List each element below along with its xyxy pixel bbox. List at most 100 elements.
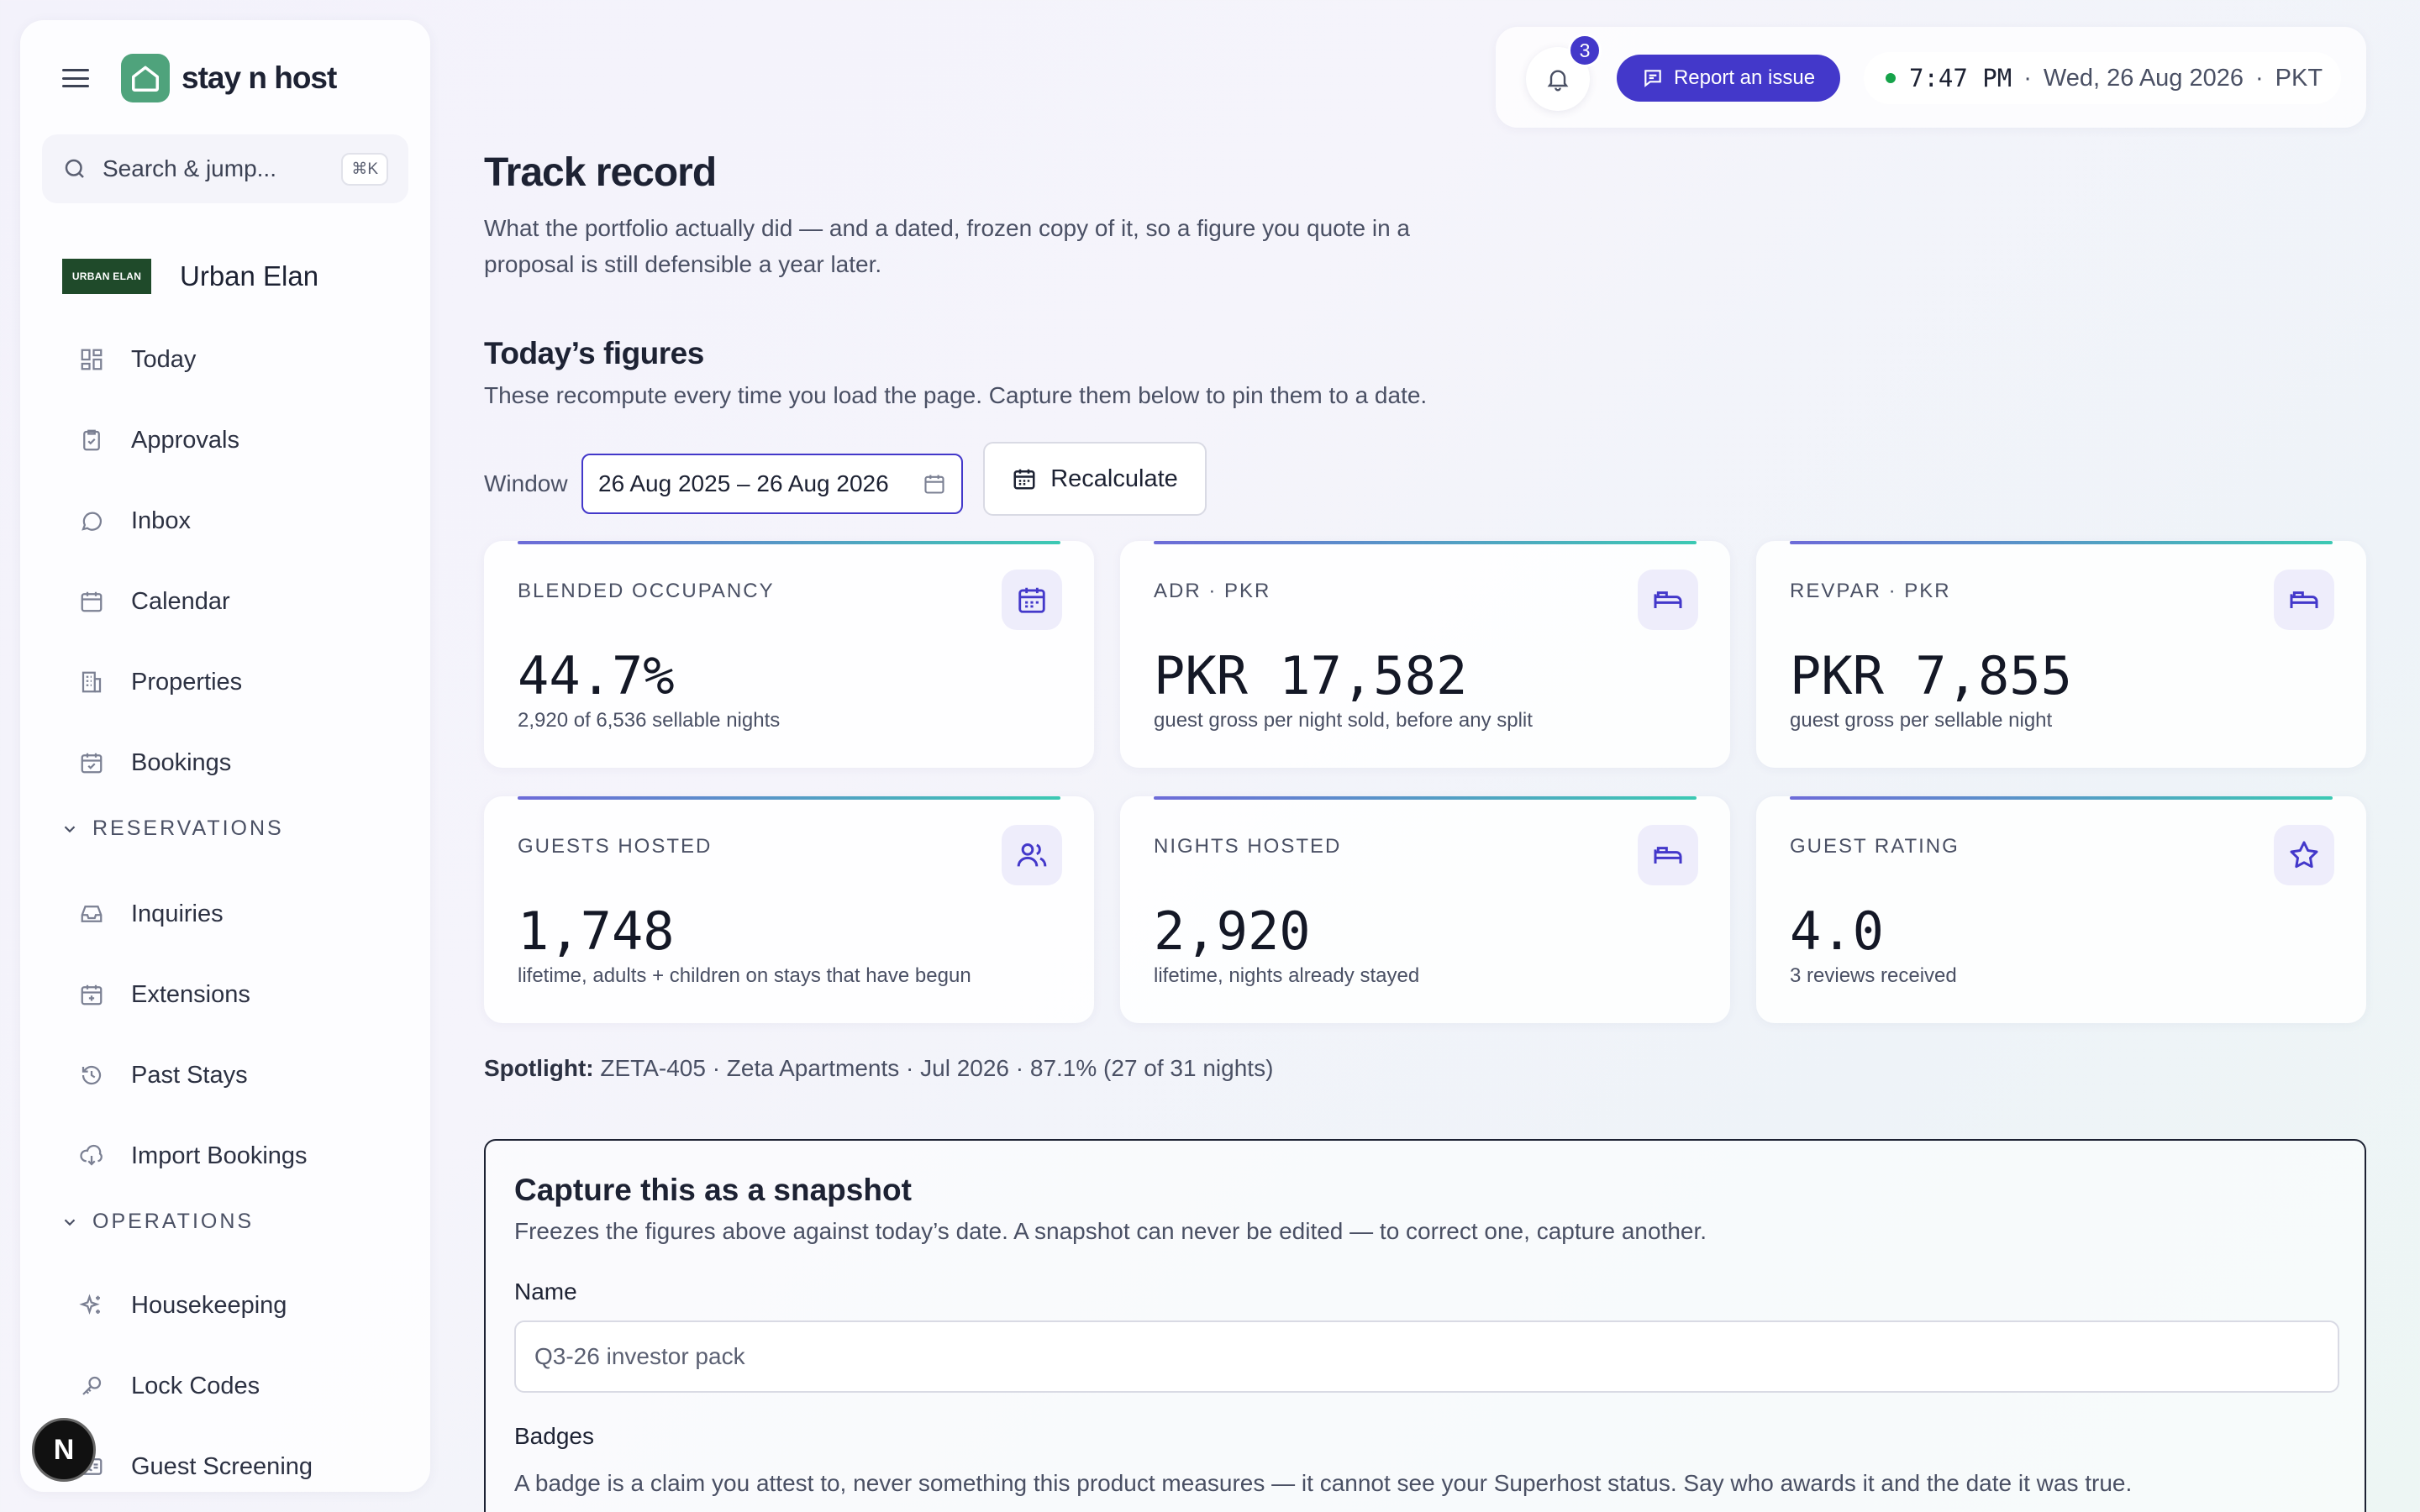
sidebar-item-label: Import Bookings	[131, 1142, 308, 1169]
sidebar-item-past-stays[interactable]: Past Stays	[77, 1050, 248, 1100]
report-issue-button[interactable]: Report an issue	[1617, 55, 1840, 102]
metric-value: 1,748	[518, 900, 675, 962]
chevron-down-icon	[64, 825, 76, 832]
clock-date: Wed, 26 Aug 2026	[2043, 64, 2244, 92]
bed-icon	[1638, 825, 1698, 885]
window-label: Window	[484, 470, 568, 496]
sidebar-item-housekeeping[interactable]: Housekeeping	[77, 1280, 287, 1331]
sidebar-item-approvals[interactable]: Approvals	[77, 415, 239, 465]
menu-icon[interactable]	[60, 66, 91, 90]
inbox-tray-icon	[77, 900, 106, 928]
sidebar-item-guest-screening[interactable]: Guest Screening	[77, 1441, 313, 1492]
metric-note: 2,920 of 6,536 sellable nights	[518, 709, 781, 732]
report-issue-label: Report an issue	[1673, 66, 1816, 89]
star-icon	[2274, 825, 2334, 885]
spotlight-text: ZETA-405 · Zeta Apartments · Jul 2026 · …	[600, 1055, 1274, 1081]
avatar[interactable]: N	[32, 1418, 96, 1482]
sidebar-item-label: Calendar	[131, 587, 230, 615]
metric-value: PKR 17,582	[1154, 645, 1468, 706]
calendar-plus-icon	[77, 980, 106, 1009]
bed-icon	[1638, 570, 1698, 630]
clock-timezone: PKT	[2275, 64, 2323, 92]
sidebar-item-bookings[interactable]: Bookings	[77, 738, 231, 788]
sidebar-item-extensions[interactable]: Extensions	[77, 969, 250, 1020]
sidebar: stay n host Search & jump... ⌘K URBAN EL…	[20, 20, 430, 1492]
metric-value: 4.0	[1790, 900, 1884, 962]
section-title: Today’s figures	[484, 336, 704, 370]
sidebar-item-label: Inquiries	[131, 900, 224, 927]
sidebar-item-label: Guest Screening	[131, 1452, 313, 1480]
page-description: What the portfolio actually did — and a …	[484, 215, 1410, 277]
sidebar-item-lock-codes[interactable]: Lock Codes	[77, 1361, 260, 1411]
metric-card-rating: GUEST RATING 4.0 3 reviews received	[1756, 796, 2366, 1023]
metric-card-nights: NIGHTS HOSTED 2,920 lifetime, nights alr…	[1120, 796, 1730, 1023]
history-icon	[77, 1061, 106, 1089]
section-operations[interactable]: OPERATIONS	[60, 1210, 254, 1234]
calendar-grid-icon	[1013, 469, 1035, 490]
date-range-value: 26 Aug 2025 – 26 Aug 2026	[598, 470, 889, 496]
date-range-input[interactable]: 26 Aug 2025 – 26 Aug 2026	[581, 454, 963, 514]
metric-value: 44.7%	[518, 645, 675, 706]
notification-count-badge: 3	[1568, 34, 1602, 67]
sidebar-item-label: Housekeeping	[131, 1291, 287, 1319]
search-placeholder: Search & jump...	[103, 155, 276, 181]
calendar-icon[interactable]	[923, 472, 946, 496]
badges-label: Badges	[514, 1423, 594, 1449]
online-dot	[1886, 73, 1896, 83]
sidebar-header: stay n host	[60, 54, 337, 102]
section-subtitle: These recompute every time you load the …	[484, 382, 1428, 408]
page-title: Track record	[484, 150, 717, 195]
metric-note: guest gross per night sold, before any s…	[1154, 709, 1533, 732]
metric-note: 3 reviews received	[1790, 964, 1957, 987]
snapshot-name-input[interactable]	[514, 1320, 2339, 1393]
metric-value: PKR 7,855	[1790, 645, 2072, 706]
calendar-grid-icon	[1002, 570, 1062, 630]
top-bar: 3 Report an issue 7:47 PM · Wed, 26 Aug …	[1496, 27, 2366, 128]
metric-card-guests: GUESTS HOSTED 1,748 lifetime, adults + c…	[484, 796, 1094, 1023]
sidebar-item-inbox[interactable]: Inbox	[77, 496, 191, 546]
sparkles-icon	[77, 1291, 106, 1320]
metric-label: NIGHTS HOSTED	[1154, 835, 1342, 858]
metric-note: lifetime, adults + children on stays tha…	[518, 964, 971, 987]
org-logo: URBAN ELAN	[62, 259, 151, 294]
clock-time: 7:47 PM	[1909, 64, 2012, 92]
badges-description: A badge is a claim you attest to, never …	[514, 1470, 2133, 1496]
sidebar-item-import-bookings[interactable]: Import Bookings	[77, 1131, 308, 1181]
metric-label: GUESTS HOSTED	[518, 835, 713, 858]
search-input[interactable]: Search & jump... ⌘K	[42, 134, 408, 203]
sidebar-item-label: Today	[131, 345, 197, 373]
sidebar-item-label: Inbox	[131, 507, 191, 534]
metric-value: 2,920	[1154, 900, 1311, 962]
sidebar-item-label: Approvals	[131, 426, 239, 454]
brand-name[interactable]: stay n host	[182, 60, 337, 96]
sidebar-item-label: Extensions	[131, 980, 250, 1008]
chevron-down-icon	[64, 1218, 76, 1226]
search-icon	[65, 159, 84, 178]
metric-label: BLENDED OCCUPANCY	[518, 580, 775, 602]
key-icon	[77, 1372, 106, 1400]
chat-bubble-icon	[77, 507, 106, 535]
bed-icon	[2274, 570, 2334, 630]
metric-card-revpar: REVPAR · PKR PKR 7,855 guest gross per s…	[1756, 541, 2366, 768]
clock-status: 7:47 PM · Wed, 26 Aug 2026 · PKT	[1864, 52, 2341, 104]
spotlight-label: Spotlight:	[484, 1055, 594, 1081]
org-switcher[interactable]: URBAN ELAN Urban Elan	[62, 259, 318, 294]
sidebar-item-inquiries[interactable]: Inquiries	[77, 889, 224, 939]
metric-card-occupancy: BLENDED OCCUPANCY 44.7% 2,920 of 6,536 s…	[484, 541, 1094, 768]
sidebar-item-properties[interactable]: Properties	[77, 657, 242, 707]
sidebar-item-label: Properties	[131, 668, 243, 696]
recalculate-button[interactable]: Recalculate	[983, 442, 1207, 516]
bell-icon	[1547, 70, 1569, 92]
sidebar-item-today[interactable]: Today	[77, 334, 196, 385]
message-icon	[1644, 70, 1661, 87]
building-icon	[77, 668, 106, 696]
metric-note: guest gross per sellable night	[1790, 709, 2053, 732]
spotlight: Spotlight: ZETA-405 · Zeta Apartments · …	[484, 1055, 1273, 1082]
house-logo-icon[interactable]	[121, 54, 170, 102]
metric-card-adr: ADR · PKR PKR 17,582 guest gross per nig…	[1120, 541, 1730, 768]
sidebar-item-calendar[interactable]: Calendar	[77, 576, 230, 627]
dashboard-icon	[77, 345, 106, 374]
section-reservations[interactable]: RESERVATIONS	[60, 816, 284, 841]
cloud-import-icon	[77, 1142, 106, 1170]
sidebar-item-label: Past Stays	[131, 1061, 248, 1089]
